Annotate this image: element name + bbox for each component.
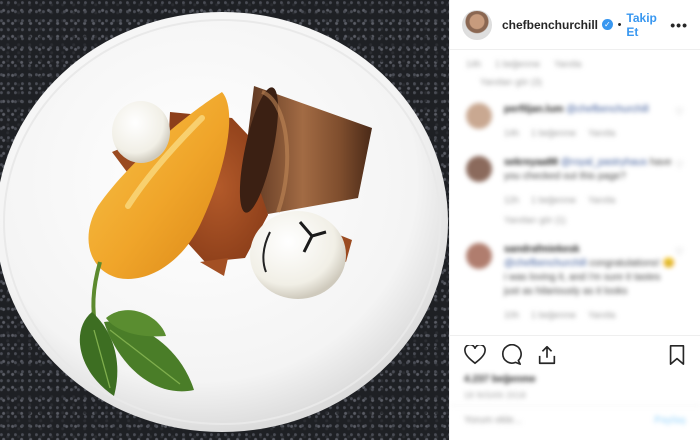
comment-likes[interactable]: 1 beğenme — [531, 193, 576, 207]
post-sidebar: chefbenchurchill ✓ • Takip Et ••• 14h 1 … — [449, 0, 700, 440]
comment-mention[interactable]: @chefbenchurchill — [504, 258, 586, 269]
post-actions: 4.237 beğenme 18 Nisan 2018 Yorum ekle..… — [450, 335, 700, 435]
action-icons — [464, 342, 686, 368]
comment-body: perfiljan.lum @chefbenchurchill 14h 1 be… — [504, 103, 649, 140]
comment-meta: 12h 1 beğenme Yanıtla — [504, 193, 675, 207]
comment-author[interactable]: perfiljan.lum — [504, 104, 563, 115]
add-comment-bar: Yorum ekle... Paylaş — [450, 405, 700, 435]
white-chocolate-ball-left — [112, 101, 170, 163]
list-item: perfiljan.lum @chefbenchurchill 14h 1 be… — [466, 103, 684, 140]
comment-heart-icon[interactable]: ♡ — [675, 156, 684, 227]
post-comment-button[interactable]: Paylaş — [654, 415, 686, 426]
comment-avatar[interactable] — [466, 156, 492, 182]
post-header: chefbenchurchill ✓ • Takip Et ••• — [450, 0, 700, 50]
header-separator: • — [617, 18, 622, 31]
comment-mention[interactable]: @chefbenchurchill — [566, 104, 648, 115]
comment-heart-icon[interactable]: ♡ — [675, 103, 684, 140]
post-date: 18 Nisan 2018 — [464, 391, 527, 400]
reply-button[interactable]: Yanıtla — [588, 308, 615, 322]
follow-button[interactable]: Takip Et — [626, 11, 670, 39]
dessert-illustration — [0, 12, 448, 432]
comment-time: 14h — [504, 128, 520, 138]
comments-list: 14h 1 beğenme Yanıtla Yanıtları gör (3) … — [450, 51, 700, 334]
comment-author[interactable]: sekreyaa88 — [504, 157, 558, 168]
white-chocolate-ball-right — [250, 211, 346, 299]
view-replies[interactable]: Yanıtları gör (3) — [466, 77, 684, 87]
comment-meta: 10h 1 beğenme Yanıtla — [504, 308, 675, 322]
more-options-icon[interactable]: ••• — [670, 17, 688, 33]
comment-meta: 14h 1 beğenme Yanıtla — [466, 59, 684, 69]
comment-body: sandrafmiekesk @chefbenchurchill congrat… — [504, 243, 675, 322]
avatar[interactable] — [462, 9, 492, 40]
list-item: sekreyaa88 @royal_pastryhaus have you ch… — [466, 156, 684, 227]
reply-button[interactable]: Yanıtla — [554, 59, 581, 69]
bookmark-icon[interactable] — [668, 344, 686, 366]
comment-author[interactable]: sandrafmiekesk — [504, 244, 580, 255]
comment-avatar[interactable] — [466, 103, 492, 129]
comment-likes[interactable]: 1 beğenme — [531, 308, 576, 322]
reply-button[interactable]: Yanıtla — [588, 126, 615, 140]
comment-meta: 14h 1 beğenme Yanıtla — [504, 126, 649, 140]
comment-time: 12h — [504, 195, 520, 205]
view-replies-label[interactable]: Yanıtları gör (1) — [504, 213, 566, 227]
comment-likes[interactable]: 1 beğenme — [495, 59, 540, 69]
comment-avatar[interactable] — [466, 243, 492, 269]
view-replies[interactable]: Yanıtları gör (1) — [504, 213, 675, 227]
likes-count[interactable]: 4.237 beğenme — [464, 374, 686, 385]
heart-icon[interactable] — [464, 345, 486, 365]
comment-heart-icon[interactable]: ♡ — [675, 243, 684, 322]
comment-time: 14h — [466, 59, 482, 69]
comment-icon[interactable] — [500, 344, 522, 366]
reply-button[interactable]: Yanıtla — [588, 193, 615, 207]
username-link[interactable]: chefbenchurchill — [502, 18, 598, 32]
view-replies-label[interactable]: Yanıtları gör (3) — [480, 77, 542, 87]
share-icon[interactable] — [536, 344, 558, 366]
add-comment-input[interactable]: Yorum ekle... — [464, 415, 522, 426]
verified-badge-icon: ✓ — [602, 19, 613, 30]
comment-mention[interactable]: @royal_pastryhaus — [561, 157, 647, 168]
comment-time: 10h — [504, 310, 520, 320]
comment-body: sekreyaa88 @royal_pastryhaus have you ch… — [504, 156, 675, 227]
post-photo[interactable] — [0, 0, 449, 440]
comment-likes[interactable]: 1 beğenme — [531, 126, 576, 140]
list-item: sandrafmiekesk @chefbenchurchill congrat… — [466, 243, 684, 322]
